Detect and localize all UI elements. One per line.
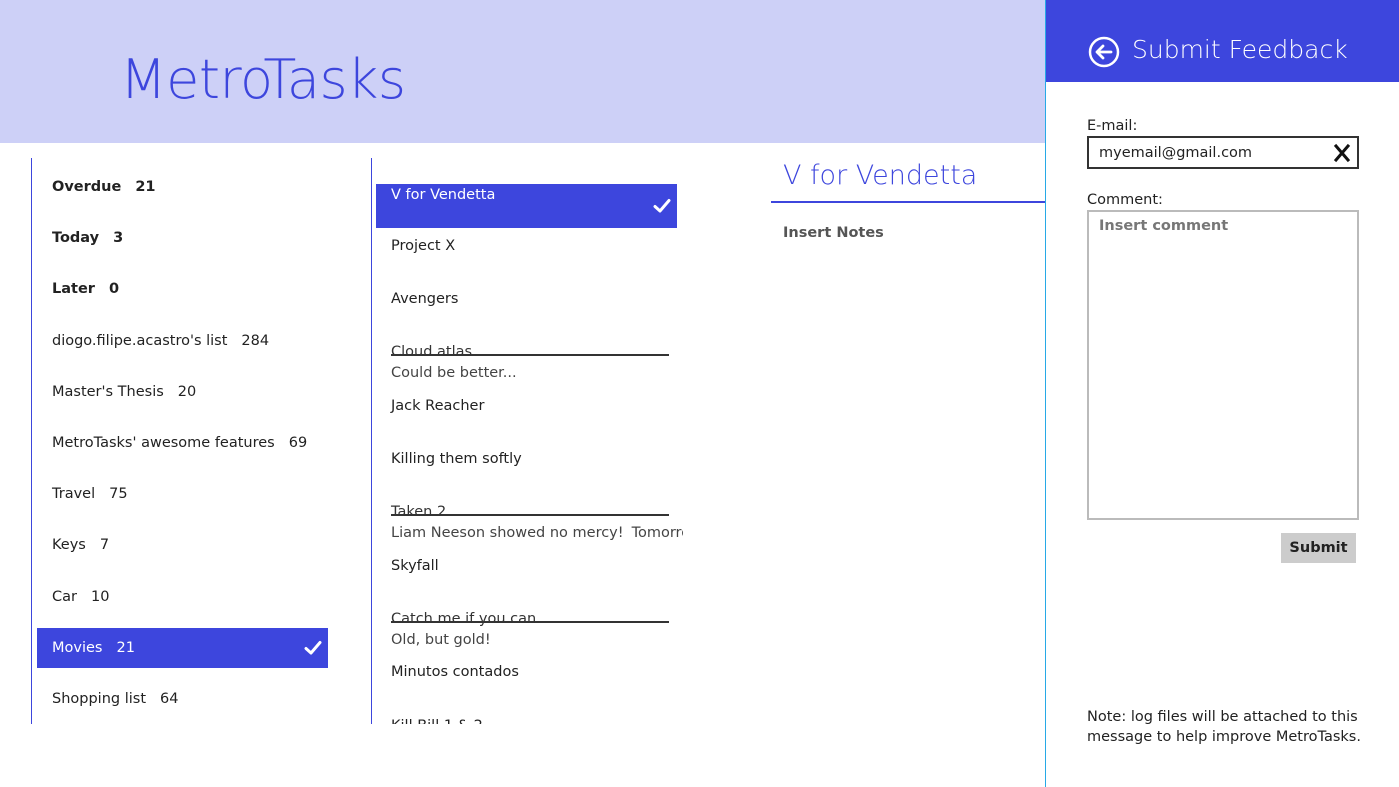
list-count: 284	[241, 332, 270, 349]
tasks-column: V for Vendetta Project X Avengers Cloud atl…	[373, 158, 683, 724]
task-title: Taken 2	[391, 504, 447, 520]
task-note: Old, but gold!	[391, 632, 491, 648]
task-title: Killing them softly	[391, 451, 522, 467]
log-files-note: Note: log files will be attached to this…	[1087, 709, 1361, 745]
feedback-panel: Submit Feedback E-mail: Comment: Submit …	[1045, 0, 1399, 787]
task-title: Minutos contados	[391, 664, 519, 680]
feedback-panel-title: Submit Feedback	[1132, 35, 1348, 64]
task-note: Could be better...	[391, 365, 517, 381]
list-name: Master's Thesis	[52, 383, 164, 400]
list-name: Travel	[52, 486, 96, 503]
email-label: E-mail:	[1087, 118, 1138, 134]
list-name: Today	[52, 230, 100, 247]
list-name: MetroTasks' awesome features	[52, 435, 275, 451]
list-item[interactable]: Master's Thesis 20	[37, 372, 328, 412]
list-count: 7	[99, 537, 110, 554]
app-title: MetroTasks	[120, 48, 406, 111]
checkmark-icon	[304, 639, 322, 657]
task-due: Tomorrow	[631, 525, 683, 541]
email-field[interactable]	[1087, 136, 1359, 169]
task-detail-title: V for Vendetta	[783, 160, 978, 191]
list-name: Shopping list	[52, 691, 147, 707]
list-name: Movies	[52, 639, 103, 656]
list-name: Keys	[52, 537, 86, 554]
list-count: 69	[288, 435, 308, 451]
list-item[interactable]: Car 10	[37, 577, 328, 617]
task-title: Avengers	[391, 291, 459, 307]
list-item[interactable]: diogo.filipe.acastro's list 284	[37, 321, 328, 361]
strikethrough-line	[391, 621, 669, 623]
task-item[interactable]: V for Vendetta	[376, 184, 677, 228]
task-notes-field[interactable]: Insert Notes	[783, 225, 884, 241]
checkmark-icon	[653, 197, 671, 215]
list-item[interactable]: MetroTasks' awesome features 69	[37, 423, 328, 463]
task-title: Catch me if you can	[391, 611, 537, 627]
list-count: 21	[116, 639, 135, 656]
task-title: Jack Reacher	[391, 398, 485, 414]
list-name: diogo.filipe.acastro's list	[52, 332, 228, 349]
list-name: Overdue	[52, 179, 122, 195]
list-count: 0	[108, 281, 120, 298]
list-count: 3	[113, 230, 124, 247]
list-count: 21	[135, 179, 156, 195]
task-title: Project X	[391, 238, 456, 254]
list-item[interactable]: Keys 7	[37, 525, 328, 565]
list-count: 10	[90, 588, 110, 605]
list-item[interactable]: Today 3	[37, 218, 328, 258]
list-item[interactable]: Travel 75	[37, 474, 328, 514]
list-item[interactable]: Shopping list 64	[37, 679, 328, 719]
list-name: Later	[52, 281, 95, 298]
comment-label: Comment:	[1087, 192, 1163, 208]
strikethrough-line	[391, 354, 669, 356]
feedback-panel-header: Submit Feedback	[1046, 0, 1399, 82]
task-title: Skyfall	[391, 558, 439, 574]
task-note: Liam Neeson showed no mercy!Tomorrow	[391, 525, 683, 541]
clear-email-button[interactable]	[1329, 141, 1355, 165]
strikethrough-line	[391, 514, 669, 516]
task-title: Kill Bill 1 & 2	[391, 718, 483, 724]
list-item[interactable]: Overdue 21	[37, 167, 328, 207]
app-header: MetroTasks	[0, 0, 1045, 143]
detail-divider	[771, 201, 1045, 203]
comment-field[interactable]	[1087, 210, 1359, 520]
list-count: 75	[109, 486, 128, 503]
task-title: V for Vendetta	[391, 187, 496, 203]
submit-button[interactable]: Submit	[1281, 533, 1356, 563]
list-count: 20	[177, 383, 197, 400]
lists-column: Overdue 21 Today 3 Later 0 diogo.filipe.acastr…	[31, 158, 372, 724]
back-arrow-icon[interactable]	[1088, 36, 1120, 68]
list-name: Car	[52, 588, 77, 605]
list-item[interactable]: Movies 21	[37, 627, 328, 668]
list-count: 64	[160, 691, 179, 707]
task-title: Cloud atlas	[391, 344, 473, 360]
list-item[interactable]: Later 0	[37, 269, 328, 309]
